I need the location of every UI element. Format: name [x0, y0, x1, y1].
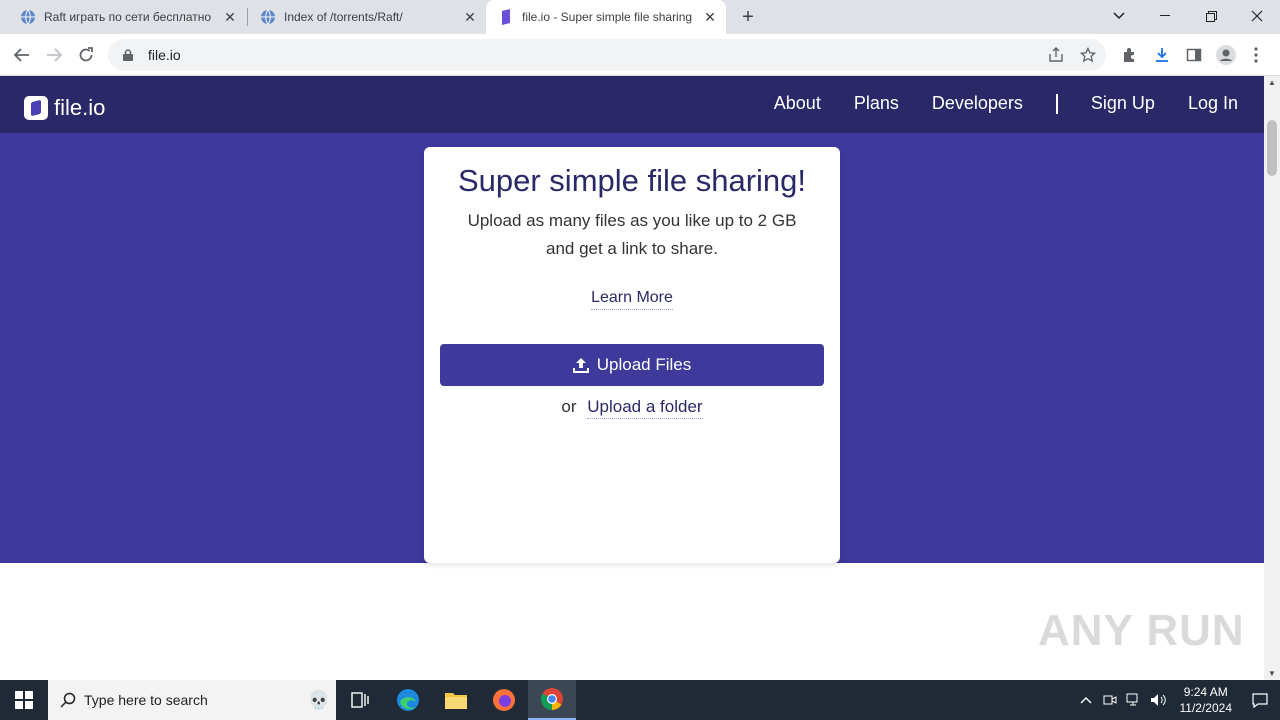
- upload-card: Super simple file sharing! Upload as man…: [424, 147, 840, 563]
- tab-fileio[interactable]: file.io - Super simple file sharing ✕: [486, 0, 726, 34]
- share-icon[interactable]: [1046, 45, 1066, 65]
- network-icon[interactable]: [1122, 693, 1146, 707]
- browser-toolbar: file.io: [0, 34, 1280, 76]
- or-text: or: [561, 397, 577, 416]
- task-view-icon[interactable]: [336, 680, 384, 720]
- lock-icon: [120, 49, 136, 61]
- subtitle-line-1: Upload as many files as you like up to 2…: [467, 211, 797, 230]
- site-navbar: file.io About Plans Developers Sign Up L…: [0, 76, 1264, 133]
- fileio-favicon-icon: [498, 9, 514, 25]
- back-button[interactable]: [8, 41, 36, 69]
- scroll-up-arrow-icon[interactable]: ▲: [1268, 78, 1276, 87]
- tab-title: file.io - Super simple file sharing: [522, 10, 693, 24]
- upload-files-label: Upload Files: [596, 355, 692, 374]
- scroll-down-arrow-icon[interactable]: ▼: [1268, 669, 1276, 678]
- learn-more-link[interactable]: Learn More: [591, 289, 673, 310]
- clock-time: 9:24 AM: [1183, 685, 1228, 699]
- file-explorer-icon[interactable]: [432, 680, 480, 720]
- reload-button[interactable]: [72, 41, 100, 69]
- tab-title: Raft играть по сети бесплатно: [44, 10, 212, 24]
- volume-icon[interactable]: [1146, 693, 1170, 707]
- upload-files-button[interactable]: Upload Files: [440, 344, 824, 386]
- upload-folder-link[interactable]: Upload a folder: [587, 397, 703, 419]
- chrome-icon[interactable]: [528, 680, 576, 720]
- clock-date: 11/2/2024: [1179, 701, 1233, 715]
- minimize-button[interactable]: [1142, 0, 1188, 32]
- scrollbar-thumb[interactable]: [1267, 120, 1277, 176]
- nav-divider: [1055, 93, 1058, 114]
- close-icon[interactable]: ✕: [700, 7, 720, 27]
- windows-taskbar: Type here to search 💀 9:24 AM 11/2/2024: [0, 680, 1280, 720]
- nav-login-link[interactable]: Log In: [1188, 93, 1238, 114]
- nav-signup-link[interactable]: Sign Up: [1091, 93, 1155, 114]
- nav-about-link[interactable]: About: [774, 93, 821, 114]
- close-icon[interactable]: ✕: [460, 7, 480, 27]
- tab-index-torrents[interactable]: Index of /torrents/Raft/ ✕: [248, 0, 486, 34]
- taskbar-search-box[interactable]: Type here to search 💀: [48, 680, 336, 720]
- close-window-button[interactable]: [1234, 0, 1280, 32]
- card-title: Super simple file sharing!: [457, 163, 807, 198]
- logo-text: file.io: [54, 95, 106, 120]
- subtitle-line-2: and get a link to share.: [545, 239, 718, 258]
- download-icon[interactable]: [1150, 43, 1174, 67]
- browser-tab-strip: Raft играть по сети бесплатно ✕ Index of…: [0, 0, 1280, 34]
- nav-links: About Plans Developers Sign Up Log In: [741, 93, 1238, 114]
- upload-icon: [572, 357, 589, 373]
- search-placeholder: Type here to search: [84, 692, 208, 708]
- tab-title: Index of /torrents/Raft/: [284, 10, 403, 24]
- more-menu-icon[interactable]: [1244, 43, 1268, 67]
- restore-button[interactable]: [1188, 0, 1234, 32]
- forward-button[interactable]: [40, 41, 68, 69]
- fileio-logo[interactable]: file.io: [24, 95, 105, 121]
- profile-avatar-icon[interactable]: [1214, 43, 1238, 67]
- extensions-puzzle-icon[interactable]: [1118, 43, 1142, 67]
- show-hidden-icons-chevron-icon[interactable]: [1074, 696, 1098, 704]
- bookmark-star-icon[interactable]: [1078, 45, 1098, 65]
- search-icon: [60, 692, 76, 708]
- close-icon[interactable]: ✕: [220, 7, 240, 27]
- nav-plans-link[interactable]: Plans: [854, 93, 899, 114]
- notification-center-icon[interactable]: [1240, 692, 1280, 708]
- firefox-icon[interactable]: [480, 680, 528, 720]
- card-subtitle: Upload as many files as you like up to 2…: [424, 207, 840, 263]
- anyrun-watermark: ANY RUN: [1038, 606, 1245, 655]
- side-panel-icon[interactable]: [1182, 43, 1206, 67]
- address-bar[interactable]: file.io: [108, 39, 1106, 71]
- url-text: file.io: [148, 47, 181, 63]
- system-clock[interactable]: 9:24 AM 11/2/2024: [1180, 684, 1233, 716]
- page-viewport: file.io About Plans Developers Sign Up L…: [0, 76, 1264, 680]
- page-scrollbar[interactable]: ▲ ▼: [1264, 76, 1280, 680]
- edge-browser-icon[interactable]: [384, 680, 432, 720]
- fileio-logo-icon: [24, 96, 48, 120]
- globe-icon: [260, 9, 276, 25]
- tab-search-chevron-icon[interactable]: [1096, 0, 1142, 32]
- meet-now-icon[interactable]: [1098, 693, 1122, 707]
- new-tab-button[interactable]: +: [736, 5, 760, 29]
- upload-folder-line: or Upload a folder: [424, 397, 840, 419]
- globe-icon: [20, 9, 36, 25]
- nav-developers-link[interactable]: Developers: [932, 93, 1023, 114]
- tab-raft[interactable]: Raft играть по сети бесплатно ✕: [8, 0, 246, 34]
- windows-start-button[interactable]: [0, 680, 48, 720]
- search-highlight-skull-icon: 💀: [307, 689, 330, 710]
- system-tray: 9:24 AM 11/2/2024: [1074, 680, 1280, 720]
